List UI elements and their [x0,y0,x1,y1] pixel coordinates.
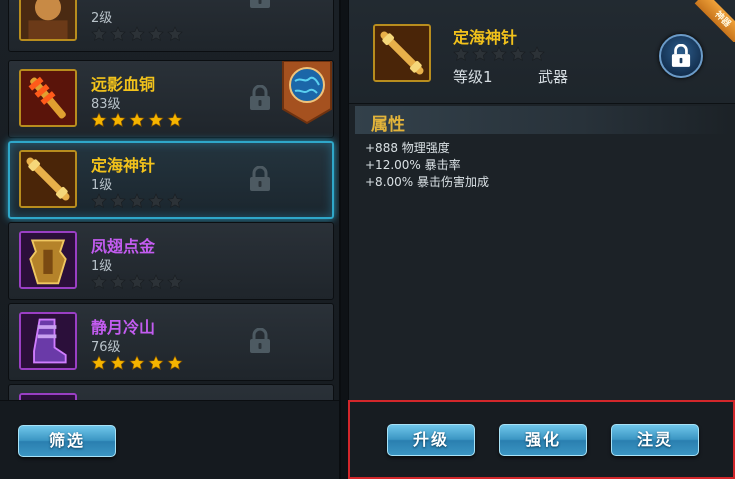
star-rating [91,274,183,290]
item-thumbnail-armor [19,231,77,289]
detail-star-rating [453,46,545,62]
star-empty-icon [110,193,126,209]
action-bar: 升级 强化 注灵 [348,400,735,479]
item-thumbnail-golden-staff [19,150,77,208]
attribute-line: +12.00% 暴击率 [365,158,461,172]
star-empty-icon [167,26,183,42]
lock-icon [249,166,271,192]
item-thumbnail-warrior [19,0,77,41]
infuse-button[interactable]: 注灵 [611,424,699,456]
star-filled-icon [148,355,164,371]
filter-button[interactable]: 筛选 [18,425,116,457]
item-level: 76级 [91,340,121,355]
star-empty-icon [110,274,126,290]
star-filled-icon [110,112,126,128]
item-thumbnail-mace [19,69,77,127]
attribute-line: +8.00% 暴击伤害加成 [365,175,489,189]
filter-bar: 筛选 [0,400,339,479]
star-empty-icon [148,274,164,290]
detail-item-name: 定海神针 [453,28,518,47]
star-empty-icon [110,26,126,42]
star-filled-icon [167,112,183,128]
star-empty-icon [148,26,164,42]
star-empty-icon [148,193,164,209]
star-empty-icon [129,274,145,290]
list-item[interactable]: 2级 [8,0,334,52]
star-empty-icon [167,274,183,290]
item-name: 凤翅点金 [91,237,156,256]
star-filled-icon [91,112,107,128]
upgrade-button[interactable]: 升级 [387,424,475,456]
star-empty-icon [472,46,488,62]
lock-icon [249,328,271,354]
star-filled-icon [110,355,126,371]
item-name: 远影血铜 [91,75,156,94]
artifact-ribbon: 神器 [694,0,735,42]
star-filled-icon [148,112,164,128]
detail-level: 等级1 [453,68,493,86]
attribute-line: +888 物理强度 [365,141,450,155]
globe-medal-icon [282,61,332,125]
item-name: 静月冷山 [91,318,156,337]
lock-icon [249,0,271,9]
star-empty-icon [453,46,469,62]
star-rating [91,112,183,128]
item-level: 1级 [91,259,113,274]
list-item[interactable]: 静月冷山 76级 [8,303,334,381]
lock-icon [249,85,271,111]
item-level: 2级 [91,11,113,26]
star-empty-icon [91,193,107,209]
lock-icon [671,44,691,67]
attributes-header: 属性 [355,106,730,135]
item-name: 定海神针 [91,156,156,175]
star-empty-icon [91,26,107,42]
star-empty-icon [491,46,507,62]
item-thumbnail [19,393,77,400]
star-empty-icon [167,193,183,209]
detail-thumbnail-golden-staff [373,24,431,82]
list-item-selected[interactable]: 定海神针 1级 [8,141,334,219]
list-item[interactable] [8,384,334,400]
star-empty-icon [129,193,145,209]
star-empty-icon [91,274,107,290]
star-rating [91,193,183,209]
enhance-button[interactable]: 强化 [499,424,587,456]
star-filled-icon [91,355,107,371]
star-rating [91,26,183,42]
list-item[interactable]: 远影血铜 83级 [8,60,334,138]
list-item[interactable]: 凤翅点金 1级 [8,222,334,300]
item-list[interactable]: 2级 远影血铜 83级 定海神针 1级 凤翅点金 1级 静月冷山 76级 [0,0,339,400]
detail-type: 武器 [538,68,569,86]
item-level: 1级 [91,178,113,193]
attributes-list: +888 物理强度 +12.00% 暴击率 +8.00% 暴击伤害加成 [365,140,489,191]
item-thumbnail-boots [19,312,77,370]
star-filled-icon [167,355,183,371]
star-rating [91,355,183,371]
item-level: 83级 [91,97,121,112]
star-empty-icon [510,46,526,62]
detail-header: 定海神针 等级1 武器 神器 [349,0,735,104]
inventory-panel: 2级 远影血铜 83级 定海神针 1级 凤翅点金 1级 静月冷山 76级 筛选 [0,0,341,479]
ribbon-label: 神器 [694,0,735,42]
star-filled-icon [129,355,145,371]
star-filled-icon [129,112,145,128]
star-empty-icon [129,26,145,42]
attributes-title: 属性 [371,115,405,135]
star-empty-icon [529,46,545,62]
